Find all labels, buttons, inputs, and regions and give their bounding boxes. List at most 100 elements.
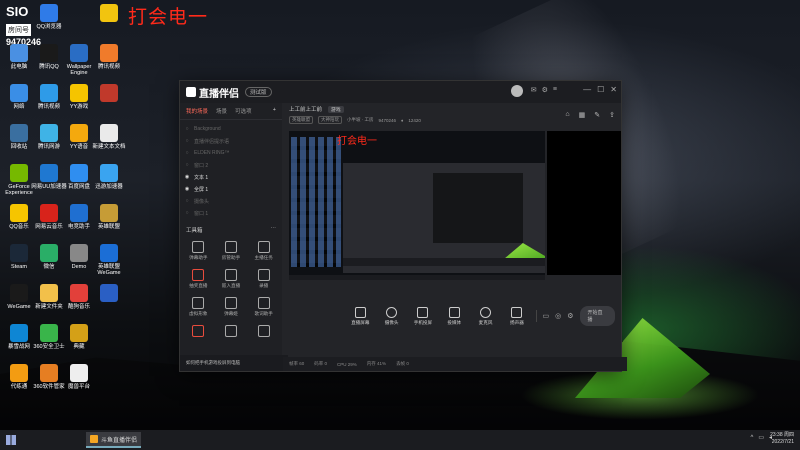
tool-icon (192, 269, 205, 281)
tool-icon (224, 325, 237, 337)
desktop-icon-label: 酷狗音乐 (67, 304, 90, 310)
user-avatar[interactable] (511, 85, 523, 97)
desktop-icon[interactable]: 腾讯视频 (90, 44, 128, 70)
tool-item[interactable]: 歌词助手 (247, 294, 280, 320)
clock[interactable]: 23:38 周四 2022/7/21 (770, 432, 794, 446)
settings-icon[interactable]: ⚙ (542, 86, 548, 94)
fans-count: 12420 (408, 117, 421, 123)
tab-options[interactable]: 可选项 (235, 107, 252, 115)
tool-icon (257, 241, 270, 253)
gift-icon[interactable]: ⌂ (565, 111, 569, 119)
source-item[interactable]: ○ Background (184, 123, 278, 135)
desktop-icon[interactable] (90, 84, 128, 104)
capture-control-button[interactable]: 扬声器 (504, 306, 529, 326)
tool-item[interactable]: 弹幕姬 (215, 294, 248, 320)
desktop-icon[interactable]: QQ浏览器 (30, 4, 68, 30)
app-icon (100, 204, 118, 222)
tab-my-scenes[interactable]: 我的场景 (186, 107, 208, 115)
toolbox-title: 工具箱 (186, 228, 203, 234)
desktop-icon[interactable]: 魔兽平台 (60, 364, 98, 390)
eye-off-icon[interactable]: ○ (184, 210, 190, 216)
app-icon (10, 44, 28, 62)
capture-control-button[interactable]: 摄像头 (379, 306, 404, 326)
stream-preview[interactable]: 打会电一 (289, 131, 545, 275)
preview-control-strip (343, 258, 545, 266)
capture-control-button[interactable]: 直播屏幕 (348, 306, 373, 326)
tab-scenes[interactable]: 场景 (216, 107, 227, 115)
eye-icon[interactable]: ◉ (184, 186, 190, 192)
share-icon[interactable]: ⇪ (609, 111, 615, 119)
tool-icon (192, 241, 205, 253)
taskbar-app-live-companion[interactable]: 斗鱼直播伴侣 (86, 432, 142, 448)
scene-tabs: 我的场景 场景 可选项 + (180, 103, 282, 120)
tool-item[interactable]: 嵌入直播 (215, 266, 248, 292)
room-title[interactable]: 上工前上工前 (289, 105, 322, 113)
calendar-icon[interactable]: ▦ (579, 111, 586, 119)
mute-icon[interactable]: ◎ (555, 312, 561, 320)
room-info: 上工前上工前 游戏 英雄联盟 大神陪玩 小半坡 · 工房 9470246 ♦ 1… (283, 103, 621, 133)
eye-off-icon[interactable]: ○ (184, 198, 190, 204)
maximize-icon[interactable]: ☐ (597, 85, 604, 94)
source-item[interactable]: ○ 直播伴侣提示语 (184, 135, 278, 147)
app-icon (70, 164, 88, 182)
capture-control-button[interactable]: 投媒体 (442, 306, 467, 326)
tool-item[interactable] (247, 322, 280, 348)
title-bar[interactable]: 直播伴侣 测试版 ✉ ⚙ ≡ — ☐ ✕ (180, 81, 621, 103)
windows-start-icon[interactable] (6, 435, 16, 445)
start-live-button[interactable]: 开始直播 (579, 306, 616, 326)
tool-item[interactable] (182, 322, 215, 348)
desktop-icon[interactable]: 英雄联盟WeGame (90, 244, 128, 276)
tray-chevron-icon[interactable]: ^ (750, 435, 753, 441)
control-icon (511, 306, 523, 318)
control-label: 手机投屏 (413, 319, 433, 325)
tool-item[interactable]: 录播 (247, 266, 280, 292)
control-icon (448, 306, 460, 318)
tool-item[interactable]: 弹幕助手 (182, 238, 215, 264)
network-icon[interactable]: ▭ (758, 434, 764, 441)
source-item[interactable]: ○ ELDEN RING™ (184, 147, 278, 159)
source-item[interactable]: ○ 摄像头 (184, 195, 278, 207)
live-companion-window[interactable]: 直播伴侣 测试版 ✉ ⚙ ≡ — ☐ ✕ 我的场景 场景 可选项 + ○ Back… (179, 80, 627, 372)
desktop-icon[interactable]: 新建文本文档 (90, 124, 128, 150)
desktop-icon[interactable] (90, 284, 128, 304)
more-icon[interactable]: ⋯ (271, 226, 277, 234)
desktop-icon[interactable]: 迅游加速器 (90, 164, 128, 190)
source-item[interactable]: ◉ 全屏 1 (184, 183, 278, 195)
close-icon[interactable]: ✕ (610, 85, 617, 94)
desktop-icon[interactable]: 英雄联盟 (90, 204, 128, 230)
desktop-icon-label: 腾讯视频 (97, 64, 120, 70)
mail-icon[interactable]: ✉ (531, 86, 537, 94)
minimize-icon[interactable]: — (583, 85, 591, 94)
settings-icon[interactable]: ⚙ (567, 312, 573, 320)
category-chip[interactable]: 英雄联盟 (289, 116, 313, 124)
eye-icon[interactable]: ◉ (184, 174, 190, 180)
eye-off-icon[interactable]: ○ (184, 126, 190, 132)
tool-item[interactable]: 房管助手 (215, 238, 248, 264)
source-label: ELDEN RING™ (194, 150, 230, 156)
desktop-icon[interactable]: 典藏 (60, 324, 98, 350)
desktop-icon-label: QQ浏览器 (36, 24, 62, 30)
projection-tip[interactable]: 如何把手机游戏投屏到电脑 (180, 355, 288, 371)
edit-icon[interactable]: ✎ (594, 111, 600, 119)
tool-item[interactable]: 主播任务 (247, 238, 280, 264)
tool-item[interactable] (215, 322, 248, 348)
menu-icon[interactable]: ≡ (553, 86, 557, 94)
status-item: 帧率 60 (289, 361, 305, 366)
desktop-icon[interactable] (90, 4, 128, 24)
tool-item[interactable]: 抽奖直播 (182, 266, 215, 292)
eye-off-icon[interactable]: ○ (184, 138, 190, 144)
app-icon (10, 284, 28, 302)
capture-control-button[interactable]: 麦克风 (473, 306, 498, 326)
source-item[interactable]: ○ 窗口 1 (184, 207, 278, 219)
category-chip[interactable]: 大神陪玩 (318, 116, 342, 124)
tool-item[interactable]: 虚拟形象 (182, 294, 215, 320)
add-scene-icon[interactable]: + (273, 107, 276, 115)
room-tag: 游戏 (328, 105, 344, 113)
source-item[interactable]: ◉ 文本 1 (184, 171, 278, 183)
status-item: 丢帧 0 (396, 361, 409, 366)
eye-off-icon[interactable]: ○ (184, 162, 190, 168)
capture-control-button[interactable]: 手机投屏 (410, 306, 435, 326)
record-icon[interactable]: ▭ (543, 312, 550, 320)
source-item[interactable]: ○ 窗口 2 (184, 159, 278, 171)
eye-off-icon[interactable]: ○ (184, 150, 190, 156)
